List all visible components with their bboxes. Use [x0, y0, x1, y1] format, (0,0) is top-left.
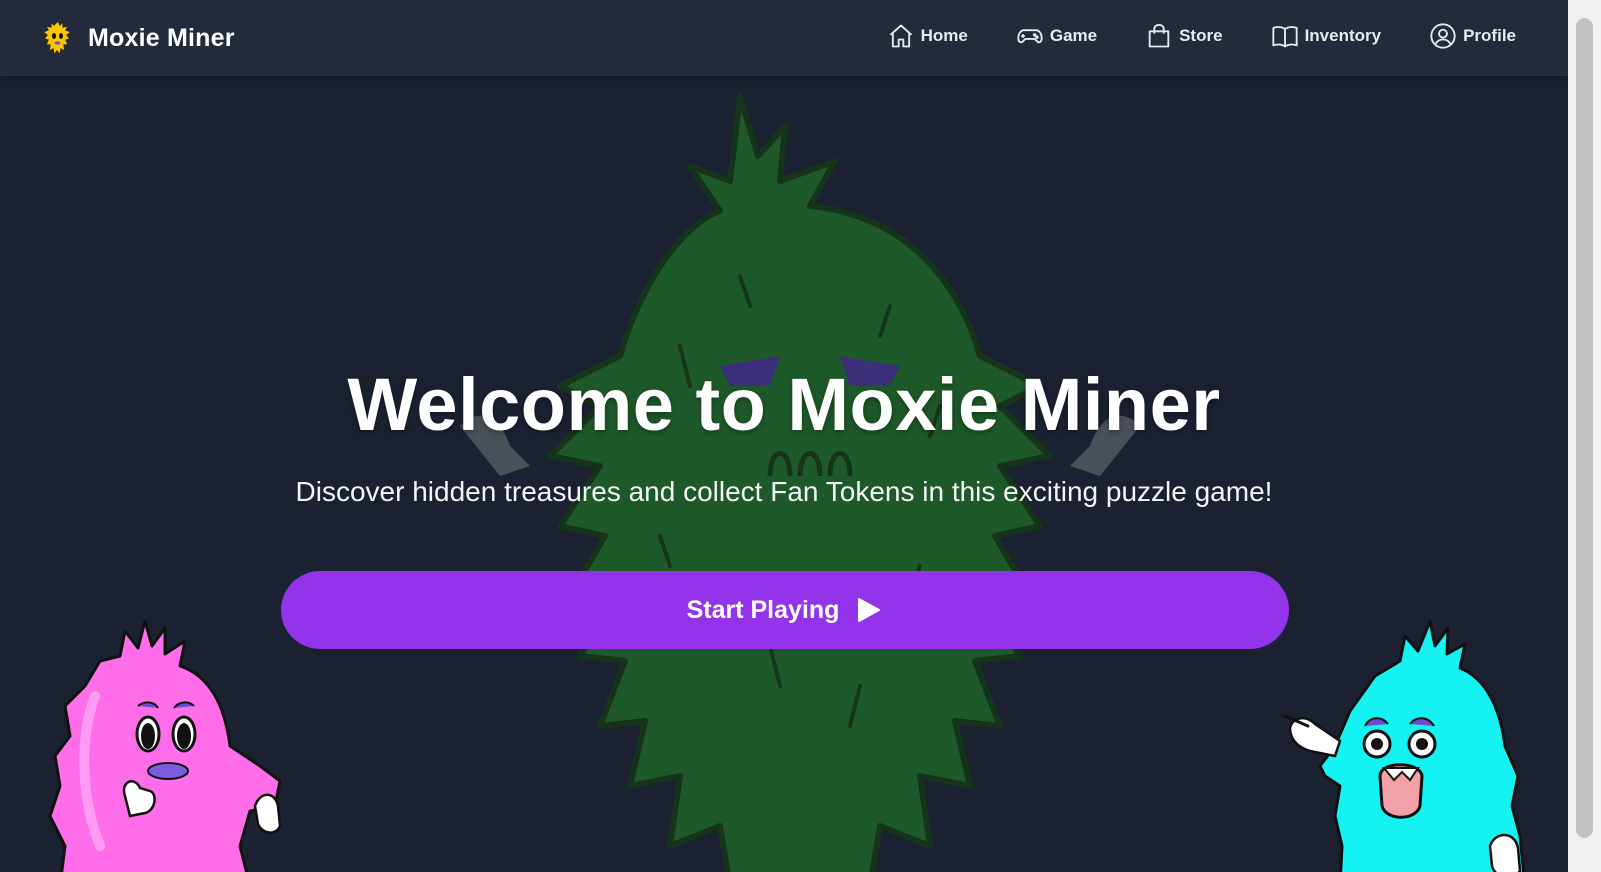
- nav-item-label: Inventory: [1304, 26, 1382, 45]
- nav-item-store[interactable]: Store: [1145, 22, 1223, 50]
- nav-menu: Home Game Store Inventory Profile: [887, 18, 1516, 54]
- top-navbar: Moxie Miner Home Game Store Inventory Pr…: [0, 0, 1568, 76]
- moxie-logo-icon: [41, 19, 73, 57]
- nav-item-home[interactable]: Home: [887, 22, 968, 50]
- start-playing-label: Start Playing: [686, 595, 840, 624]
- hero-subtitle: Discover hidden treasures and collect Fa…: [295, 476, 1273, 507]
- nav-item-label: Profile: [1463, 26, 1516, 45]
- nav-item-label: Game: [1049, 26, 1098, 45]
- nav-item-label: Store: [1179, 26, 1223, 45]
- hero-section: Welcome to Moxie Miner Discover hidden t…: [0, 76, 1568, 872]
- brand-name: Moxie Miner: [88, 23, 235, 52]
- nav-item-game[interactable]: Game: [1016, 22, 1097, 50]
- book-icon: [1271, 26, 1298, 48]
- start-playing-button[interactable]: Start Playing: [281, 571, 1289, 649]
- cyan-monster-illustration: [1283, 619, 1526, 872]
- play-icon: [858, 598, 881, 622]
- scrollbar-thumb[interactable]: [1576, 18, 1593, 838]
- home-icon: [889, 24, 912, 48]
- vertical-scrollbar[interactable]: [1568, 0, 1601, 872]
- user-circle-icon: [1430, 23, 1456, 49]
- nav-item-profile[interactable]: Profile: [1429, 22, 1516, 50]
- nav-item-inventory[interactable]: Inventory: [1271, 22, 1382, 50]
- gamepad-icon: [1017, 29, 1043, 44]
- pink-monster-illustration: [48, 619, 282, 872]
- nav-item-label: Home: [920, 26, 968, 45]
- app-viewport: Moxie Miner Home Game Store Inventory Pr…: [0, 0, 1568, 872]
- brand-link[interactable]: Moxie Miner: [40, 16, 235, 60]
- hero-title: Welcome to Moxie Miner: [347, 363, 1221, 446]
- shopping-bag-icon: [1148, 23, 1170, 48]
